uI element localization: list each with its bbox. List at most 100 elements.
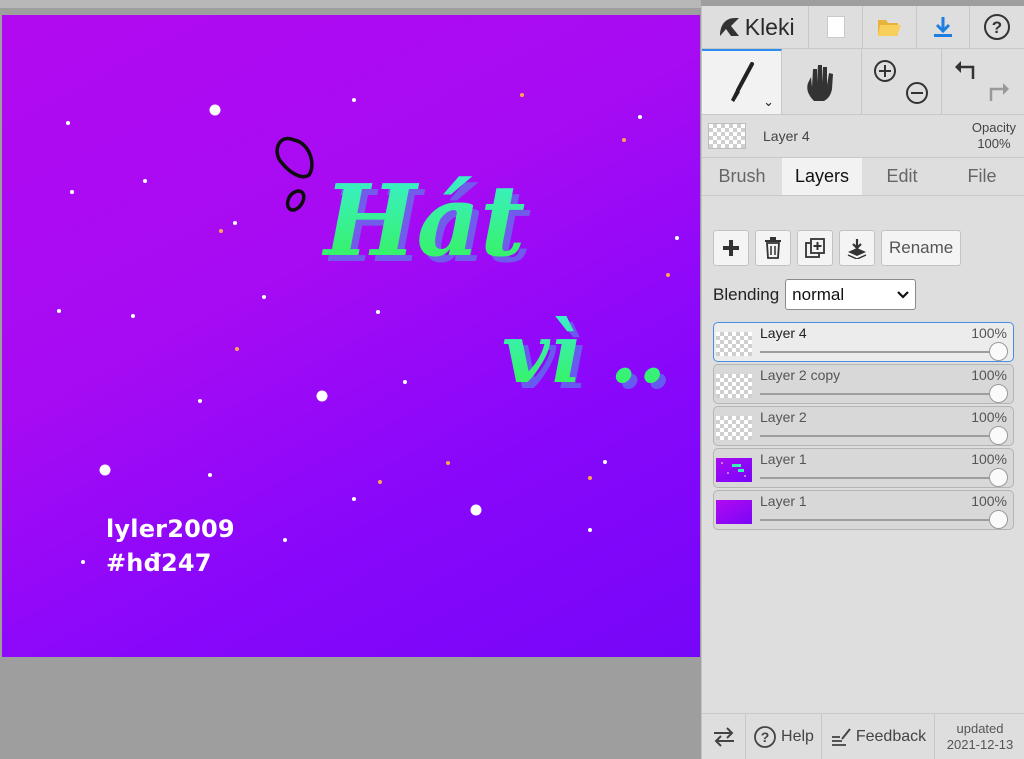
layer-name: Layer 1 [760, 493, 807, 509]
layer-thumbnail [716, 458, 752, 482]
svg-text:?: ? [761, 729, 770, 745]
duplicate-layer-button[interactable] [797, 230, 833, 266]
layer-name: Layer 1 [760, 451, 807, 467]
layer-opacity-slider[interactable] [760, 435, 999, 437]
undo-icon[interactable] [951, 57, 1013, 107]
feedback-link[interactable]: Feedback [822, 714, 935, 759]
workspace-top-strip [0, 0, 701, 8]
current-layer-thumbnail [708, 123, 746, 149]
hand-icon [806, 64, 833, 101]
tab-brush[interactable]: Brush [702, 158, 782, 195]
hand-tool-button[interactable] [782, 49, 862, 114]
rename-layer-button[interactable]: Rename [881, 230, 962, 266]
brush-icon [730, 61, 754, 102]
help-circle-icon: ? [754, 725, 776, 748]
opacity-value: 100% [977, 136, 1011, 151]
layer-item[interactable]: Layer 2 copy 100% [713, 364, 1014, 404]
merge-layer-button[interactable] [839, 230, 875, 266]
layer-opacity: 100% [971, 325, 1007, 341]
opacity-label: Opacity [971, 120, 1016, 135]
help-label: Help [781, 727, 814, 745]
layer-name: Layer 2 [760, 409, 807, 425]
panel-footer: ? Help Feedback updated 2021-12-13 [702, 713, 1024, 759]
title-lettering: Hát Hát vì .. vì .. [321, 164, 672, 408]
layer-opacity-handle[interactable] [989, 468, 1008, 487]
chevron-down-icon [897, 290, 909, 299]
layer-item[interactable]: Layer 2 100% [713, 406, 1014, 446]
chevron-down-icon[interactable]: ⌄ [763, 94, 774, 110]
layer-opacity-handle[interactable] [989, 384, 1008, 403]
redo-icon [989, 82, 1009, 101]
layer-opacity-slider[interactable] [760, 351, 999, 353]
blending-select[interactable]: normal [785, 279, 917, 310]
svg-text:?: ? [992, 18, 1002, 37]
tab-layers[interactable]: Layers [782, 158, 862, 195]
current-layer-opacity[interactable]: Opacity 100% [972, 120, 1016, 152]
tab-file[interactable]: File [942, 158, 1022, 195]
layer-opacity: 100% [971, 367, 1007, 383]
blending-label: Blending [713, 284, 780, 304]
swap-side-button[interactable] [702, 714, 746, 759]
tool-row: ⌄ [702, 49, 1024, 115]
tab-edit[interactable]: Edit [862, 158, 942, 195]
layer-opacity-slider[interactable] [760, 477, 999, 479]
feedback-label: Feedback [855, 727, 927, 745]
layer-opacity-handle[interactable] [989, 426, 1008, 445]
layer-item[interactable]: Layer 1 100% [713, 448, 1014, 488]
new-image-icon [826, 16, 845, 38]
trash-icon [765, 237, 781, 259]
delete-layer-button[interactable] [755, 230, 791, 266]
layer-list: Layer 4 100% Layer 2 copy 100% Layer 2 1… [713, 322, 1014, 532]
layer-thumbnail-art [721, 462, 746, 477]
layer-thumbnail [716, 332, 752, 356]
layer-toolbar: Rename [713, 230, 962, 266]
current-layer-name: Layer 4 [763, 128, 810, 144]
kleki-logo[interactable]: Kleki [702, 6, 810, 48]
signature-tag: #hđ247 [106, 549, 212, 577]
layer-opacity-handle[interactable] [989, 342, 1008, 361]
kleki-logo-icon [719, 18, 739, 36]
layer-opacity-slider[interactable] [760, 393, 999, 395]
blending-row: Blending normal [713, 279, 917, 310]
plus-icon [723, 240, 739, 256]
layer-item[interactable]: Layer 4 100% [713, 322, 1014, 362]
updated-date: 2021-12-13 [946, 736, 1014, 752]
layer-opacity-slider[interactable] [760, 519, 999, 521]
layer-opacity-handle[interactable] [989, 510, 1008, 529]
black-doodle [275, 136, 314, 212]
layer-opacity: 100% [971, 409, 1007, 425]
canvas-workspace[interactable]: Hát Hát vì .. vì .. lyler2009 #hđ247 [0, 0, 701, 759]
brush-tool-button[interactable]: ⌄ [702, 49, 782, 114]
panel-header: Kleki ? [702, 6, 1024, 49]
layer-thumbnail [716, 500, 752, 524]
panel-tabs: Brush Layers Edit File [702, 158, 1024, 196]
blending-value: normal [792, 284, 845, 304]
zoom-out-icon [905, 81, 928, 104]
duplicate-icon [805, 238, 825, 258]
add-layer-button[interactable] [713, 230, 749, 266]
layer-opacity: 100% [971, 451, 1007, 467]
merge-down-icon [847, 239, 867, 259]
drawing-canvas[interactable]: Hát Hát vì .. vì .. lyler2009 #hđ247 [2, 15, 700, 657]
zoom-in-icon[interactable] [871, 57, 933, 107]
side-panel: Kleki ? ⌄ Layer 4 Opacity 100% Brush Lay… [701, 6, 1024, 759]
new-image-button[interactable] [809, 6, 863, 48]
save-button[interactable] [917, 6, 971, 48]
signature-name: lyler2009 [106, 515, 235, 543]
title-line2: vì .. [502, 306, 666, 402]
app-name: Kleki [744, 13, 795, 40]
open-button[interactable] [863, 6, 917, 48]
layer-item[interactable]: Layer 1 100% [713, 490, 1014, 530]
download-icon [934, 17, 952, 37]
help-icon: ? [984, 14, 1011, 40]
updated-label: updated [956, 720, 1004, 736]
help-link[interactable]: ? Help [746, 714, 822, 759]
title-line1: Hát [321, 164, 525, 279]
orange-dots [219, 93, 670, 484]
help-button[interactable]: ? [970, 6, 1024, 48]
layer-thumbnail [716, 374, 752, 398]
layer-name: Layer 4 [760, 325, 807, 341]
layer-thumbnail [716, 416, 752, 440]
layer-opacity: 100% [971, 493, 1007, 509]
update-info[interactable]: updated 2021-12-13 [935, 714, 1024, 759]
